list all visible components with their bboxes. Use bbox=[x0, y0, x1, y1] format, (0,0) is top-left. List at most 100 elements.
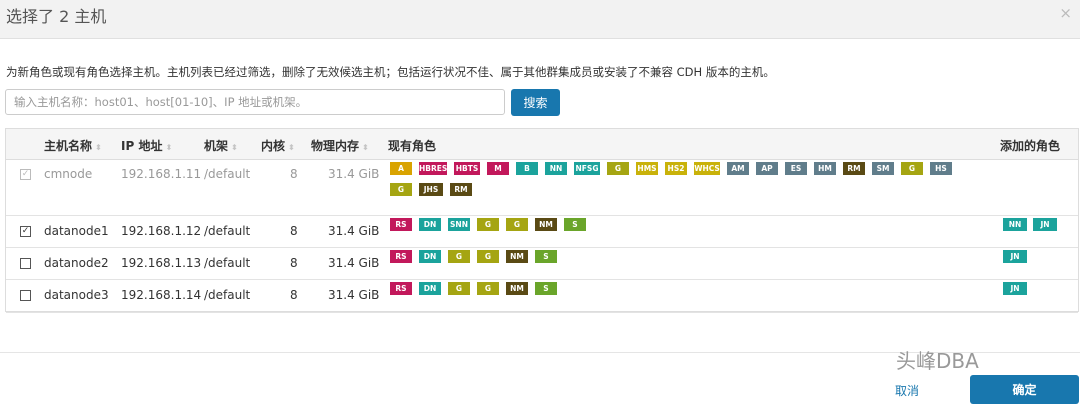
role-badge: ES bbox=[785, 162, 807, 175]
added-roles: JN bbox=[1003, 282, 1033, 303]
col-rack-label: 机架 bbox=[204, 139, 229, 153]
role-badge: G bbox=[477, 282, 499, 295]
search-button[interactable]: 搜索 bbox=[511, 89, 560, 116]
rack-cell: /default bbox=[204, 256, 251, 270]
added-role-badge[interactable]: JN bbox=[1003, 282, 1027, 295]
hostname-cell: datanode1 bbox=[44, 224, 109, 238]
existing-roles: RS DN G G NM S bbox=[390, 250, 970, 271]
role-badge: JHS bbox=[419, 183, 443, 196]
sort-icon: ⬍ bbox=[231, 143, 238, 152]
role-badge: WHCS bbox=[694, 162, 720, 175]
role-badge: SNN bbox=[448, 218, 470, 231]
col-ip[interactable]: IP 地址 ⬍ bbox=[121, 137, 172, 154]
existing-roles: A HBRES HBTS M B NN NFSG G HMS HS2 WHCS AM AP ES HM RM S… bbox=[390, 162, 970, 204]
role-badge: DN bbox=[419, 282, 441, 295]
col-hostname[interactable]: 主机名称 ⬍ bbox=[44, 137, 102, 154]
col-cores[interactable]: 内核 ⬍ bbox=[261, 137, 295, 154]
role-badge: HMS bbox=[636, 162, 658, 175]
role-badge: AM bbox=[727, 162, 749, 175]
role-badge: HS2 bbox=[665, 162, 687, 175]
rack-cell: /default bbox=[204, 167, 251, 181]
row-checkbox[interactable] bbox=[20, 258, 31, 269]
cores-cell: 8 bbox=[290, 167, 298, 181]
role-badge: NM bbox=[535, 218, 557, 231]
col-memory-label: 物理内存 bbox=[311, 139, 360, 153]
hostname-cell: cmnode bbox=[44, 167, 93, 181]
role-badge: NM bbox=[506, 282, 528, 295]
role-badge: M bbox=[487, 162, 509, 175]
role-badge: G bbox=[506, 218, 528, 231]
sort-icon: ⬍ bbox=[288, 143, 295, 152]
role-badge: G bbox=[477, 218, 499, 231]
role-badge: G bbox=[448, 250, 470, 263]
confirm-button[interactable]: 确定 bbox=[970, 375, 1079, 404]
sort-icon: ⬍ bbox=[95, 143, 102, 152]
role-badge: RS bbox=[390, 218, 412, 231]
role-badge: B bbox=[516, 162, 538, 175]
table-header: 主机名称 ⬍ IP 地址 ⬍ 机架 ⬍ 内核 ⬍ 物理内存 ⬍ 现有角色 添加的角色 bbox=[6, 129, 1078, 160]
role-badge: HBTS bbox=[454, 162, 480, 175]
role-badge: RM bbox=[450, 183, 472, 196]
existing-roles: RS DN G G NM S bbox=[390, 282, 970, 303]
col-rack[interactable]: 机架 ⬍ bbox=[204, 137, 238, 154]
rack-cell: /default bbox=[204, 288, 251, 302]
role-badge: HS bbox=[930, 162, 952, 175]
row-checkbox[interactable]: ✓ bbox=[20, 226, 31, 237]
role-badge: AP bbox=[756, 162, 778, 175]
role-badge: G bbox=[901, 162, 923, 175]
cores-cell: 8 bbox=[290, 288, 298, 302]
role-badge: HM bbox=[814, 162, 836, 175]
sort-icon: ⬍ bbox=[165, 143, 173, 152]
role-badge: HBRES bbox=[419, 162, 448, 175]
col-hostname-label: 主机名称 bbox=[44, 139, 93, 153]
host-search-input[interactable] bbox=[5, 89, 505, 115]
added-role-badge[interactable]: NN bbox=[1003, 218, 1027, 231]
role-badge: S bbox=[564, 218, 586, 231]
cores-cell: 8 bbox=[290, 224, 298, 238]
memory-cell: 31.4 GiB bbox=[328, 224, 380, 238]
role-badge: A bbox=[390, 162, 412, 175]
dialog-description: 为新角色或现有角色选择主机。主机列表已经过筛选，删除了无效候选主机；包括运行状况… bbox=[6, 65, 775, 79]
table-row[interactable]: datanode3 192.168.1.14/default 8 31.4 GiB RS… bbox=[6, 279, 1078, 313]
role-badge: RM bbox=[843, 162, 865, 175]
sort-icon: ⬍ bbox=[362, 143, 369, 152]
dialog-title: 选择了 2 主机 bbox=[6, 7, 107, 26]
role-badge: S bbox=[535, 250, 557, 263]
col-memory[interactable]: 物理内存 ⬍ bbox=[311, 137, 369, 154]
close-icon[interactable]: × bbox=[1059, 4, 1072, 22]
role-badge: G bbox=[448, 282, 470, 295]
memory-cell: 31.4 GiB bbox=[328, 167, 380, 181]
watermark: 头峰DBA bbox=[896, 349, 979, 373]
ip-cell: 192.168.1.11 bbox=[121, 167, 202, 181]
cancel-button[interactable]: 取消 bbox=[895, 382, 919, 399]
ip-cell: 192.168.1.12 bbox=[121, 224, 202, 238]
existing-roles: RS DN SNN G G NM S bbox=[390, 218, 970, 239]
role-badge: G bbox=[477, 250, 499, 263]
hosts-table: 主机名称 ⬍ IP 地址 ⬍ 机架 ⬍ 内核 ⬍ 物理内存 ⬍ 现有角色 添加的角色 ✓ c… bbox=[5, 128, 1079, 313]
col-added-roles: 添加的角色 bbox=[1000, 139, 1061, 153]
ip-cell: 192.168.1.14 bbox=[121, 288, 202, 302]
added-roles: JN bbox=[1003, 250, 1033, 271]
role-badge: RS bbox=[390, 282, 412, 295]
table-row[interactable]: ✓ datanode1 192.168.1.12/default 8 31.4 GiB R… bbox=[6, 215, 1078, 248]
dialog-header: 选择了 2 主机 × bbox=[0, 0, 1080, 39]
memory-cell: 31.4 GiB bbox=[328, 256, 380, 270]
added-role-badge[interactable]: JN bbox=[1033, 218, 1057, 231]
col-existing-roles: 现有角色 bbox=[388, 139, 437, 153]
col-ip-label: IP 地址 bbox=[121, 139, 163, 153]
row-checkbox[interactable] bbox=[20, 290, 31, 301]
table-row[interactable]: datanode2 192.168.1.13/default 8 31.4 GiB RS… bbox=[6, 247, 1078, 280]
role-badge: NN bbox=[545, 162, 567, 175]
role-badge: DN bbox=[419, 218, 441, 231]
table-row[interactable]: ✓ cmnode 192.168.1.11/default 8 31.4 GiB A HBR… bbox=[6, 160, 1078, 216]
added-role-badge[interactable]: JN bbox=[1003, 250, 1027, 263]
cores-cell: 8 bbox=[290, 256, 298, 270]
role-badge: NFSG bbox=[574, 162, 600, 175]
row-checkbox: ✓ bbox=[20, 169, 31, 180]
role-badge: DN bbox=[419, 250, 441, 263]
role-badge: S bbox=[535, 282, 557, 295]
role-badge: NM bbox=[506, 250, 528, 263]
hostname-cell: datanode2 bbox=[44, 256, 109, 270]
added-roles: NN JN bbox=[1003, 218, 1063, 239]
role-badge: SM bbox=[872, 162, 894, 175]
